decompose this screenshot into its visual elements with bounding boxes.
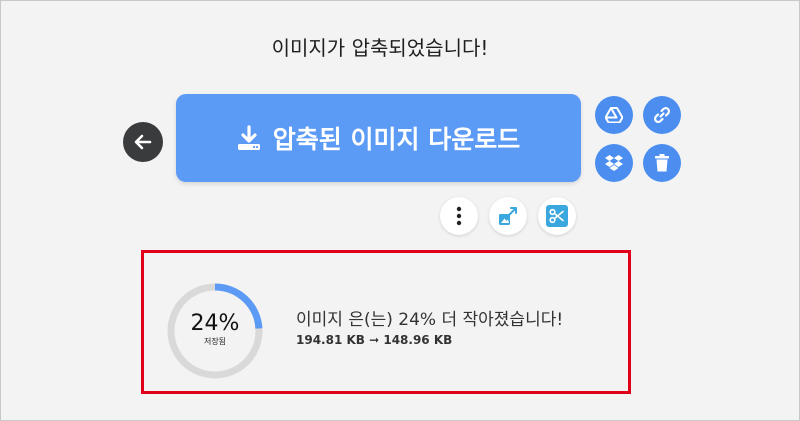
- download-compressed-button[interactable]: 압축된 이미지 다운로드: [176, 94, 581, 182]
- delete-button[interactable]: [643, 144, 681, 182]
- savings-percent: 24%: [190, 311, 240, 336]
- download-icon: [237, 125, 261, 151]
- dropbox-icon: [605, 155, 623, 171]
- page-title: 이미지가 압축되었습니다!: [271, 36, 489, 60]
- more-vertical-icon: [456, 206, 462, 226]
- arrow-left-icon: [134, 134, 152, 150]
- back-button[interactable]: [123, 122, 163, 162]
- more-options-button[interactable]: [440, 197, 478, 235]
- copy-link-button[interactable]: [643, 96, 681, 134]
- trash-icon: [655, 154, 669, 172]
- resize-icon: [499, 207, 517, 225]
- save-to-google-drive-button[interactable]: [595, 96, 633, 134]
- savings-readout: 24% 저장됨: [165, 312, 265, 348]
- download-button-label: 압축된 이미지 다운로드: [272, 125, 521, 154]
- link-icon: [653, 106, 671, 124]
- saved-label: 저장됨: [203, 337, 227, 346]
- result-message: 이미지 은(는) 24% 더 작아졌습니다!: [296, 310, 564, 330]
- file-size-change: 194.81 KB ➞ 148.96 KB: [296, 333, 453, 347]
- crop-icon: [546, 205, 568, 227]
- google-drive-icon: [605, 107, 623, 123]
- save-to-dropbox-button[interactable]: [595, 144, 633, 182]
- crop-image-button[interactable]: [538, 197, 576, 235]
- resize-image-button[interactable]: [489, 197, 527, 235]
